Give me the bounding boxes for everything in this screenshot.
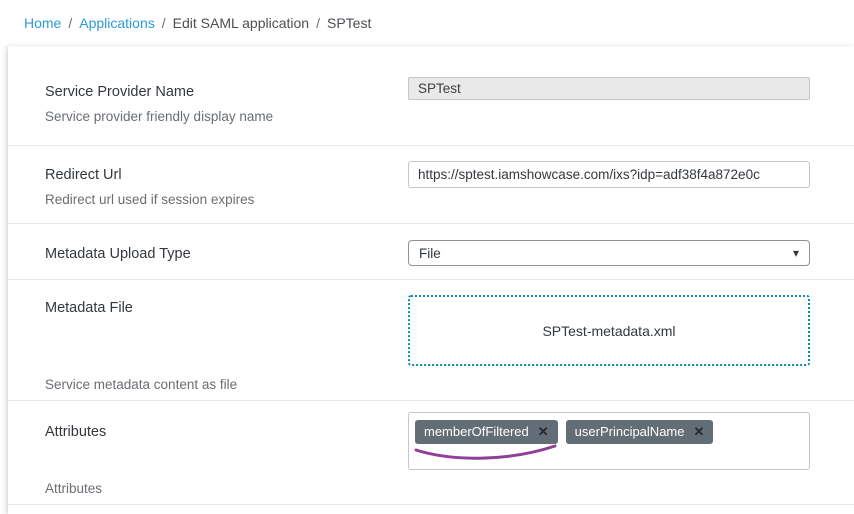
breadcrumb-separator: / <box>162 15 166 31</box>
field-row-metadata-upload-type: Metadata Upload Type File ▾ <box>8 224 854 280</box>
attribute-chip: userPrincipalName ✕ <box>566 420 714 444</box>
service-provider-name-field <box>408 77 810 124</box>
metadata-upload-type-labels: Metadata Upload Type <box>45 240 191 266</box>
metadata-file-field: SPTest-metadata.xml <box>408 295 810 392</box>
metadata-upload-type-selected-value: File <box>419 246 441 261</box>
redirect-url-sublabel: Redirect url used if session expires <box>45 192 254 207</box>
redirect-url-label: Redirect Url <box>45 167 254 183</box>
attribute-chip: memberOfFiltered ✕ <box>415 420 558 444</box>
field-row-metadata-file: Metadata File Service metadata content a… <box>8 280 854 401</box>
breadcrumb-link-home[interactable]: Home <box>24 15 61 31</box>
caret-down-icon: ▾ <box>793 247 799 259</box>
attributes-label: Attributes <box>45 424 106 440</box>
breadcrumb-item-sptest: SPTest <box>327 15 371 31</box>
service-provider-name-sublabel: Service provider friendly display name <box>45 109 273 124</box>
field-row-service-provider-name: Service Provider Name Service provider f… <box>8 46 854 146</box>
close-icon[interactable]: ✕ <box>693 424 704 440</box>
metadata-upload-type-select[interactable]: File ▾ <box>408 240 810 266</box>
breadcrumb-separator: / <box>316 15 320 31</box>
attribute-chip-label: memberOfFiltered <box>424 424 529 440</box>
metadata-upload-type-label: Metadata Upload Type <box>45 246 191 262</box>
metadata-file-label: Metadata File <box>45 300 237 316</box>
metadata-file-dropzone[interactable]: SPTest-metadata.xml <box>408 295 810 366</box>
breadcrumb-link-applications[interactable]: Applications <box>79 15 155 31</box>
metadata-upload-type-field: File ▾ <box>408 240 810 266</box>
breadcrumb-item-edit-saml-application: Edit SAML application <box>173 15 309 31</box>
service-provider-name-labels: Service Provider Name Service provider f… <box>45 77 273 124</box>
breadcrumb: Home / Applications / Edit SAML applicat… <box>0 0 854 46</box>
close-icon[interactable]: ✕ <box>538 424 549 440</box>
edit-saml-application-form: Service Provider Name Service provider f… <box>8 46 854 514</box>
breadcrumb-separator: / <box>68 15 72 31</box>
service-provider-name-label: Service Provider Name <box>45 84 273 100</box>
field-row-redirect-url: Redirect Url Redirect url used if sessio… <box>8 146 854 224</box>
attribute-chip-label: userPrincipalName <box>575 424 685 440</box>
metadata-file-filename: SPTest-metadata.xml <box>542 323 675 339</box>
field-row-attributes: Attributes Attributes memberOfFiltered ✕… <box>8 401 854 505</box>
metadata-file-sublabel: Service metadata content as file <box>45 377 237 392</box>
redirect-url-field <box>408 161 810 207</box>
attributes-labels: Attributes Attributes <box>45 412 106 496</box>
metadata-file-labels: Metadata File Service metadata content a… <box>45 295 237 392</box>
attributes-sublabel: Attributes <box>45 481 106 496</box>
redirect-url-input[interactable] <box>408 161 810 188</box>
redirect-url-labels: Redirect Url Redirect url used if sessio… <box>45 161 254 207</box>
attributes-field: memberOfFiltered ✕ userPrincipalName ✕ <box>408 412 810 496</box>
service-provider-name-input[interactable] <box>408 77 810 100</box>
attributes-input[interactable]: memberOfFiltered ✕ userPrincipalName ✕ <box>408 412 810 470</box>
